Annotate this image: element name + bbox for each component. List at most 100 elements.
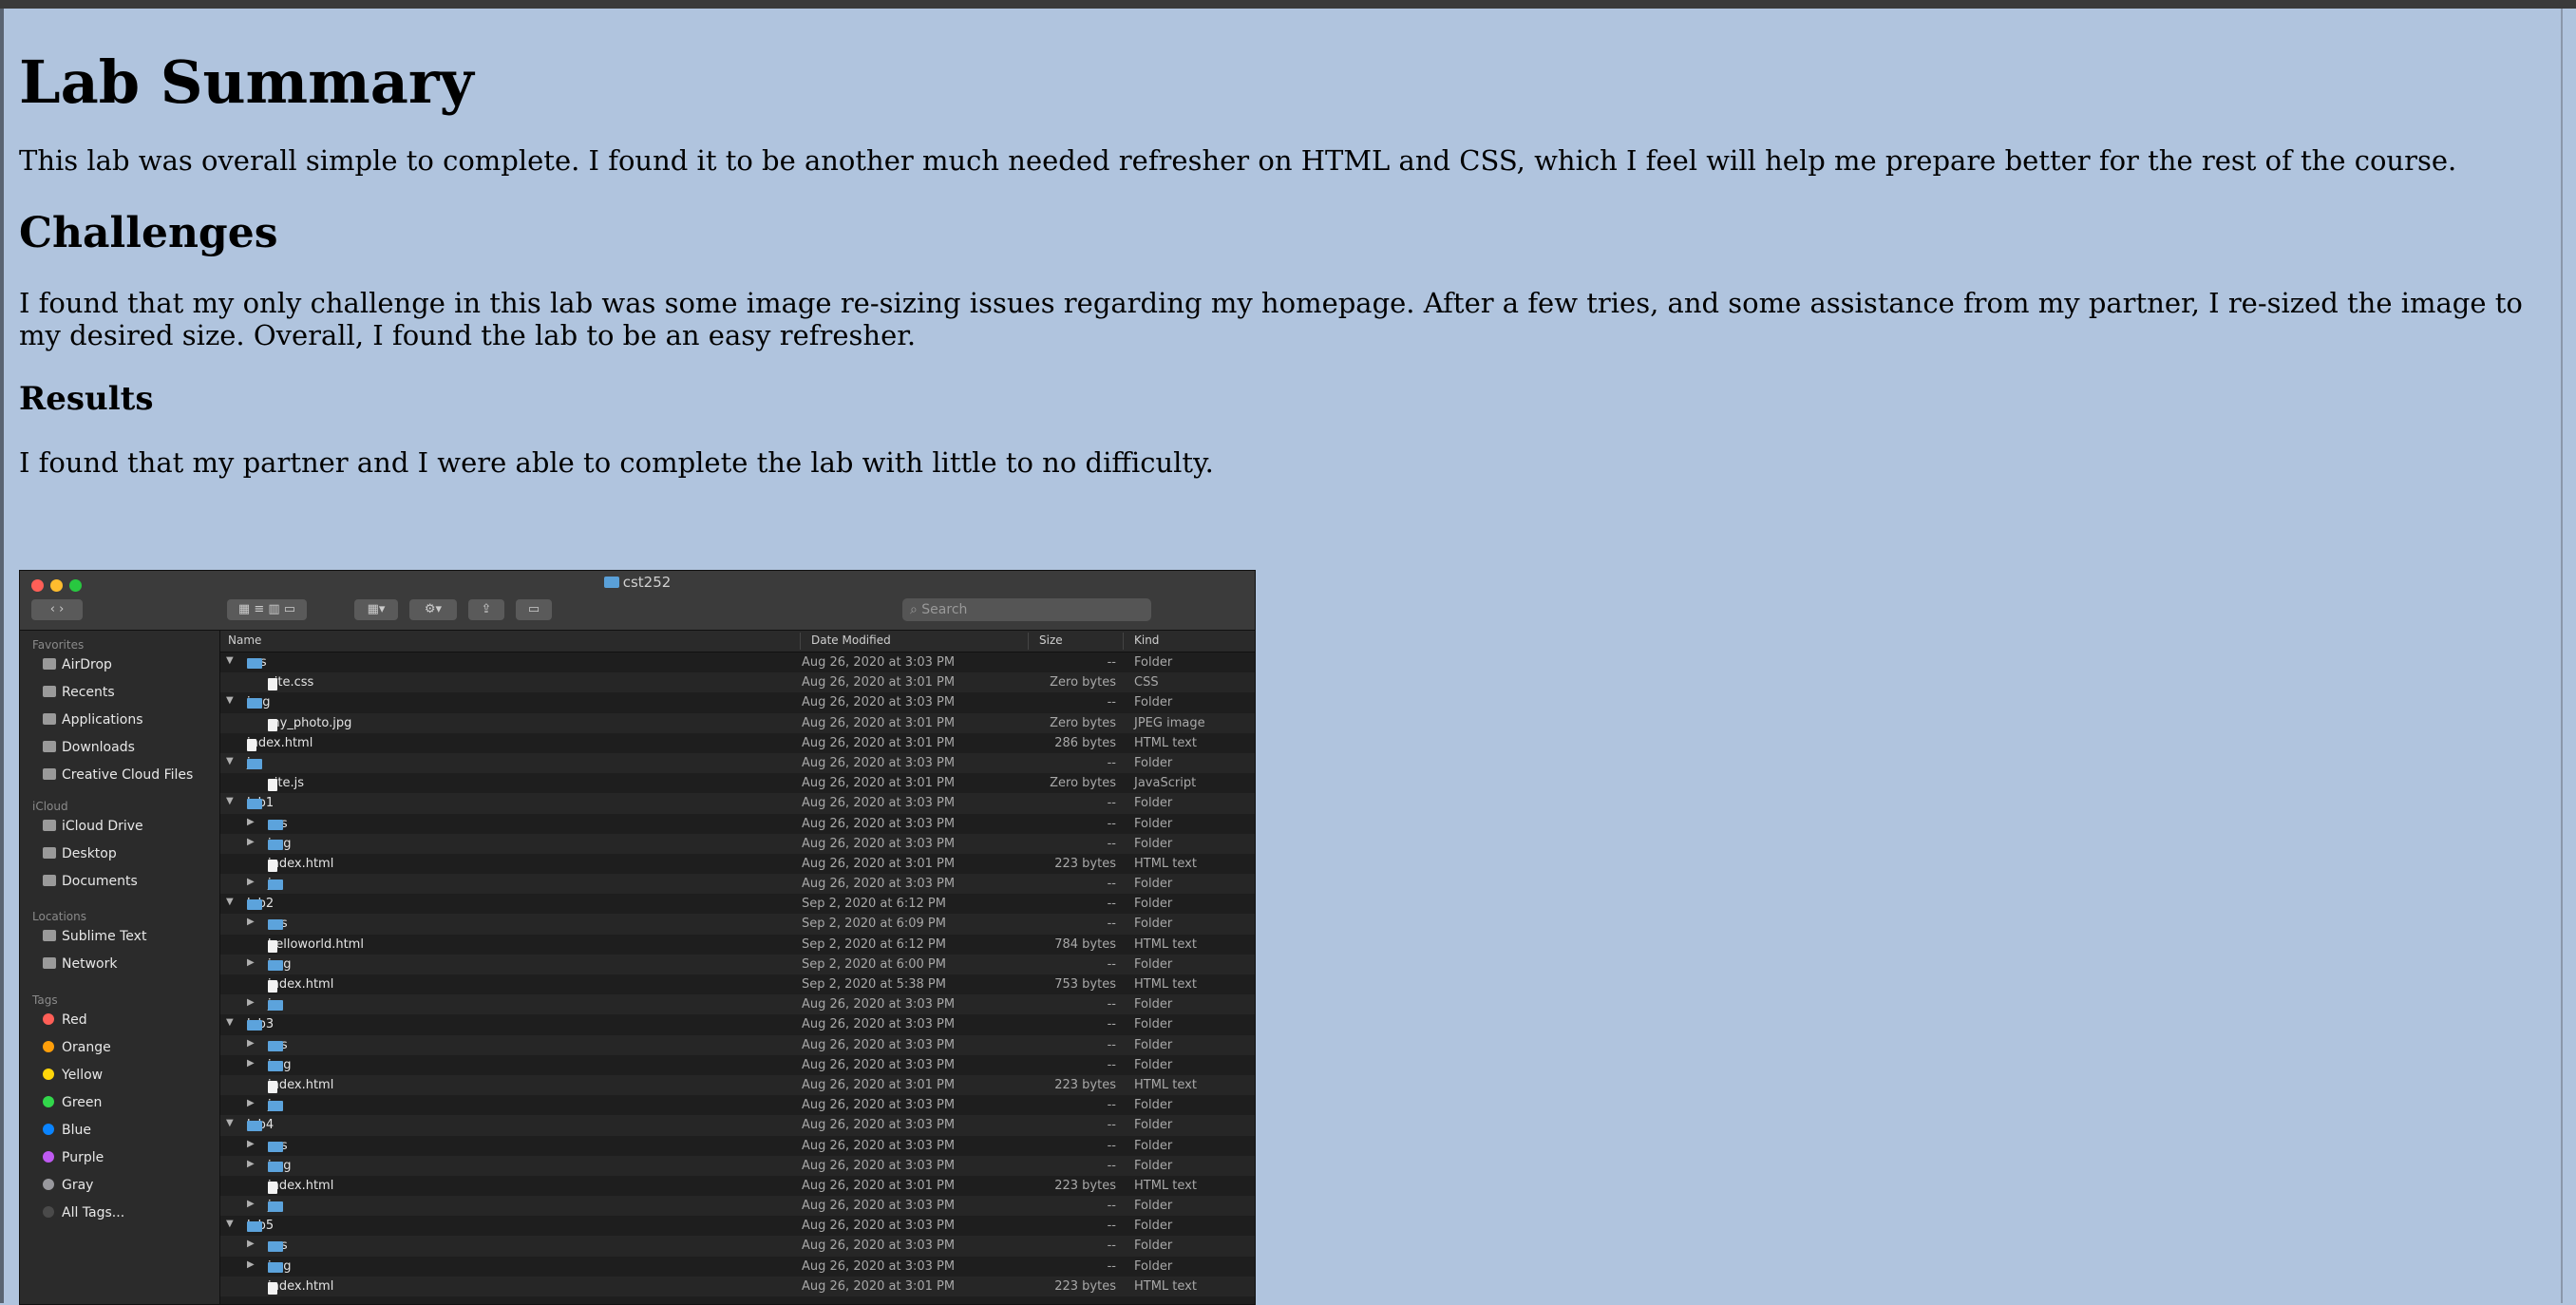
file-size: Zero bytes bbox=[1050, 675, 1116, 690]
file-date: Sep 2, 2020 at 5:38 PM bbox=[802, 977, 946, 992]
finder-sidebar: Favorites AirDrop Recents Applications Down… bbox=[20, 631, 220, 1304]
file-name-cell: my_photo.jpg bbox=[268, 716, 351, 731]
file-name: index.html bbox=[268, 977, 334, 992]
file-size: 286 bytes bbox=[1054, 735, 1116, 750]
browser-top-bar bbox=[0, 0, 2576, 9]
file-name-cell: img bbox=[268, 957, 292, 972]
file-name-cell: site.js bbox=[268, 776, 304, 792]
intro-paragraph: This lab was overall simple to complete.… bbox=[19, 144, 2457, 178]
file-size: -- bbox=[1107, 877, 1116, 892]
disclosure-closed-icon: ▶ bbox=[247, 1098, 255, 1109]
disclosure-closed-icon: ▶ bbox=[247, 877, 255, 888]
sidebar-item-icon bbox=[43, 768, 56, 780]
file-kind: Folder bbox=[1134, 1158, 1173, 1173]
file-row: ▼ lab3 Aug 26, 2020 at 3:03 PM -- Folder bbox=[220, 1014, 1255, 1034]
page-scrollbar[interactable] bbox=[2561, 9, 2576, 1303]
file-size: Zero bytes bbox=[1050, 715, 1116, 730]
file-date: Aug 26, 2020 at 3:01 PM bbox=[802, 856, 956, 871]
sidebar-item-label: Sublime Text bbox=[62, 929, 147, 944]
file-name-cell: css bbox=[247, 655, 267, 670]
tag-dot-icon bbox=[43, 1069, 54, 1080]
sidebar-item-icon bbox=[43, 957, 56, 969]
window-left-edge bbox=[0, 9, 4, 1303]
file-kind: Folder bbox=[1134, 997, 1173, 1012]
file-row: ▶ js Aug 26, 2020 at 3:03 PM -- Folder bbox=[220, 994, 1255, 1015]
file-kind: Folder bbox=[1134, 796, 1173, 811]
file-kind: Folder bbox=[1134, 1098, 1173, 1113]
disclosure-closed-icon: ▶ bbox=[247, 997, 255, 1009]
file-name-cell: index.html bbox=[268, 856, 334, 872]
file-row: ▼ js Aug 26, 2020 at 3:03 PM -- Folder bbox=[220, 752, 1255, 774]
disclosure-closed-icon: ▶ bbox=[247, 816, 255, 827]
sidebar-item-label: Red bbox=[62, 1012, 87, 1028]
file-kind: HTML text bbox=[1134, 1278, 1197, 1294]
file-kind: Folder bbox=[1134, 897, 1173, 912]
sidebar-item-label: Recents bbox=[62, 685, 115, 700]
finder-title-text: cst252 bbox=[622, 574, 672, 591]
gear-icon: ⚙▾ bbox=[409, 599, 457, 620]
file-kind: Folder bbox=[1134, 1057, 1173, 1072]
column-date-header: Date Modified bbox=[811, 634, 891, 647]
folder-icon bbox=[268, 1201, 283, 1213]
disclosure-closed-icon: ▶ bbox=[247, 1057, 255, 1069]
file-name-cell: img bbox=[268, 1159, 292, 1173]
file-size: -- bbox=[1107, 1057, 1116, 1072]
file-date: Aug 26, 2020 at 3:03 PM bbox=[802, 1158, 956, 1173]
file-name-cell: site.css bbox=[268, 675, 313, 691]
disclosure-open-icon: ▼ bbox=[226, 1118, 234, 1129]
sidebar-item-label: All Tags... bbox=[62, 1205, 125, 1220]
sidebar-item: AirDrop bbox=[43, 653, 112, 676]
folder-icon bbox=[268, 959, 283, 971]
disclosure-closed-icon: ▶ bbox=[247, 1239, 255, 1250]
file-name-cell: lab4 bbox=[247, 1118, 274, 1132]
file-size: -- bbox=[1107, 1017, 1116, 1032]
file-kind: Folder bbox=[1134, 755, 1173, 770]
file-kind: Folder bbox=[1134, 1239, 1173, 1254]
file-size: 753 bytes bbox=[1054, 977, 1116, 992]
file-row: ▼ img Aug 26, 2020 at 3:03 PM -- Folder bbox=[220, 692, 1255, 712]
sidebar-heading-tags: Tags bbox=[32, 993, 58, 1007]
finder-file-list: Name Date Modified Size Kind ▼ css Aug 26,… bbox=[220, 631, 1255, 1304]
sidebar-item: Desktop bbox=[43, 842, 117, 865]
file-name: index.html bbox=[268, 856, 334, 871]
tag-dot-icon bbox=[43, 1151, 54, 1163]
file-row: ▶ css Aug 26, 2020 at 3:03 PM -- Folder bbox=[220, 1236, 1255, 1257]
sidebar-item-icon bbox=[43, 847, 56, 859]
page-content: Lab Summary This lab was overall simple … bbox=[19, 9, 2546, 480]
file-row: ▶ css Aug 26, 2020 at 3:03 PM -- Folder bbox=[220, 1034, 1255, 1055]
file-size: -- bbox=[1107, 755, 1116, 770]
folder-icon bbox=[268, 1161, 283, 1172]
sidebar-heading-icloud: iCloud bbox=[32, 800, 68, 813]
sidebar-item-icon bbox=[43, 820, 56, 831]
file-date: Aug 26, 2020 at 3:03 PM bbox=[802, 755, 956, 770]
folder-icon bbox=[268, 879, 283, 891]
file-row: ▼ lab1 Aug 26, 2020 at 3:03 PM -- Folder bbox=[220, 793, 1255, 814]
finder-search-field: ⌕ Search bbox=[902, 598, 1151, 621]
file-name-cell: js bbox=[268, 1098, 283, 1112]
file-name-cell: lab5 bbox=[247, 1219, 274, 1233]
folder-icon bbox=[268, 919, 283, 931]
file-size: -- bbox=[1107, 655, 1116, 670]
file-kind: CSS bbox=[1134, 675, 1159, 690]
sidebar-item-label: Documents bbox=[62, 874, 138, 889]
file-size: -- bbox=[1107, 1037, 1116, 1052]
sidebar-item: All Tags... bbox=[43, 1201, 124, 1224]
sidebar-item-icon bbox=[43, 658, 56, 670]
file-row: ▶ img Aug 26, 2020 at 3:03 PM -- Folder bbox=[220, 1257, 1255, 1277]
file-row: ▶ img Aug 26, 2020 at 3:03 PM -- Folder bbox=[220, 1155, 1255, 1176]
folder-icon bbox=[247, 658, 262, 669]
sidebar-item-label: iCloud Drive bbox=[62, 819, 143, 834]
file-icon bbox=[268, 1080, 277, 1093]
file-size: -- bbox=[1107, 796, 1116, 811]
file-icon bbox=[247, 738, 256, 751]
file-name: helloworld.html bbox=[268, 936, 364, 952]
file-row: index.html Aug 26, 2020 at 3:01 PM 223 byt… bbox=[220, 1074, 1255, 1096]
challenges-heading: Challenges bbox=[19, 209, 278, 258]
file-date: Aug 26, 2020 at 3:03 PM bbox=[802, 1239, 956, 1254]
disclosure-closed-icon: ▶ bbox=[247, 1138, 255, 1149]
file-row: site.js Aug 26, 2020 at 3:01 PM Zero bytes… bbox=[220, 773, 1255, 793]
file-row: site.css Aug 26, 2020 at 3:01 PM Zero byte… bbox=[220, 672, 1255, 693]
file-name-cell: img bbox=[268, 1259, 292, 1274]
file-name-cell: js bbox=[247, 756, 262, 770]
file-row: index.html Sep 2, 2020 at 5:38 PM 753 byte… bbox=[220, 974, 1255, 994]
